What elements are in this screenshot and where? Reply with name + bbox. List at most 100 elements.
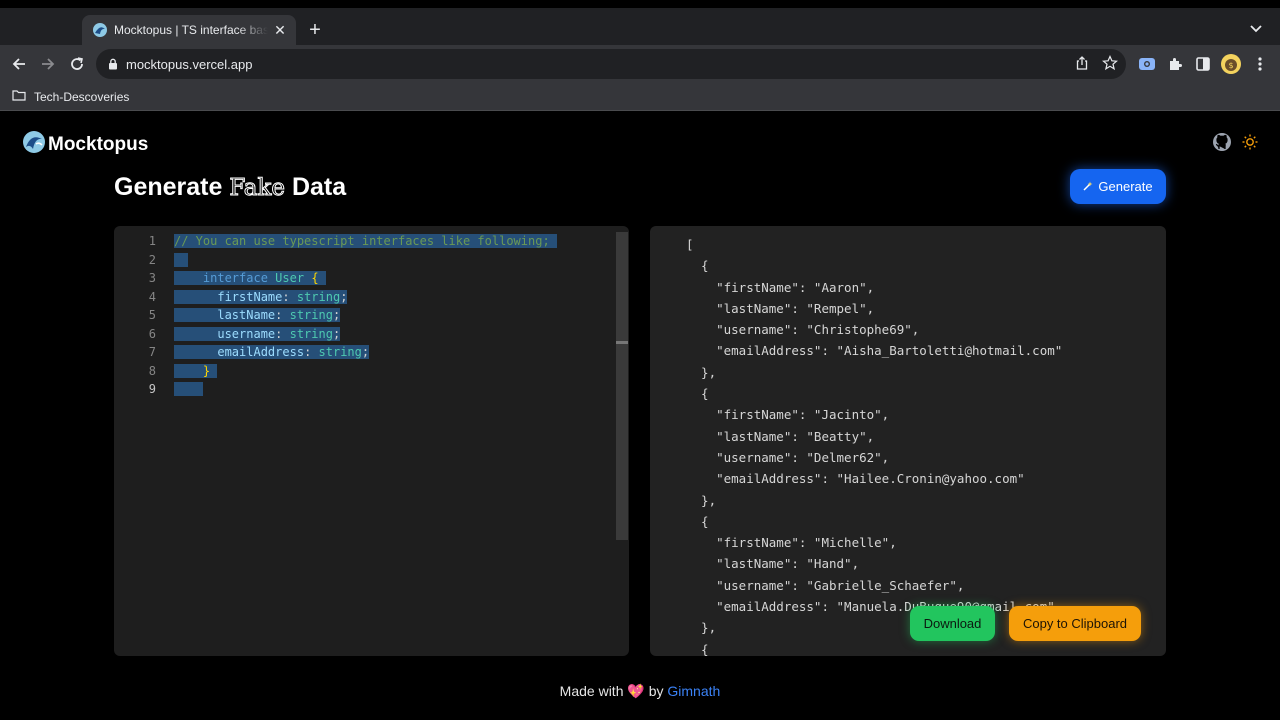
mocktopus-favicon-icon (92, 22, 108, 38)
code-brace: } (202, 363, 211, 378)
json-line: { (686, 513, 709, 529)
json-line: "username": "Gabrielle_Schaefer", (686, 577, 965, 593)
line-number: 5 (148, 308, 156, 322)
tab-title: Mocktopus | TS interface based fake data… (114, 23, 268, 37)
json-lines: [ { "firstName": "Aaron", "lastName": "R… (686, 234, 1062, 656)
back-icon[interactable] (8, 53, 30, 75)
new-tab-icon[interactable]: + (304, 18, 326, 42)
lock-icon[interactable] (108, 58, 118, 70)
code-line: emailAddress: string; (174, 343, 557, 362)
copy-to-clipboard-button[interactable]: Copy to Clipboard (1009, 606, 1141, 641)
line-number: 6 (148, 326, 156, 341)
editor-scrollbar[interactable] (616, 232, 628, 540)
generate-label: Generate (1098, 179, 1153, 194)
line-number: 7 (148, 345, 156, 359)
line-number: 3 (148, 271, 156, 285)
code-prop-type: string (289, 326, 333, 341)
brand[interactable]: Mocktopus (22, 130, 148, 159)
code-line: firstName: string; (174, 288, 557, 307)
footer-text: by (644, 683, 668, 699)
code-prop: username (217, 326, 276, 341)
github-icon[interactable] (1212, 132, 1232, 157)
editor-scrollbar-marker (616, 341, 628, 344)
window-top (0, 0, 1280, 8)
address-bar[interactable]: mocktopus.vercel.app (96, 49, 1126, 79)
code-prop-type: string (296, 289, 341, 304)
brand-name: Mocktopus (48, 133, 149, 155)
code-keyword: interface (202, 271, 268, 285)
code-line: username: string; (174, 325, 557, 344)
json-line: "emailAddress": "Manuela.DuBuque90@gmail… (686, 599, 1055, 615)
author-link[interactable]: Gimnath (667, 683, 720, 699)
header-actions (1212, 132, 1258, 157)
code-content[interactable]: // You can use typescript interfaces lik… (174, 232, 557, 399)
json-line: "username": "Christophe69", (686, 322, 920, 338)
bookmark-folder[interactable]: Tech-Descoveries (12, 88, 129, 106)
screen-capture-extension-icon[interactable] (1137, 54, 1157, 74)
star-icon[interactable] (1102, 55, 1118, 76)
bookmarks-bar: Tech-Descoveries (0, 83, 1280, 111)
code-prop-type: string (289, 308, 333, 322)
page: Mocktopus Generate Fake Data Generate 1 … (0, 112, 1280, 720)
json-line: "lastName": "Beatty", (686, 428, 875, 444)
chevron-down-icon[interactable] (1250, 20, 1262, 38)
code-prop: emailAddress (217, 345, 305, 359)
line-number: 9 (148, 382, 156, 396)
browser-toolbar: mocktopus.vercel.app $ (0, 45, 1280, 83)
code-type-name: User (275, 271, 305, 285)
code-line: // You can use typescript interfaces lik… (174, 232, 557, 251)
code-prop-type: string (318, 345, 362, 359)
json-line: "lastName": "Hand", (686, 556, 860, 572)
heart-icon: 💖 (627, 683, 645, 699)
json-line: }, (686, 364, 717, 380)
profile-avatar[interactable]: $ (1221, 54, 1241, 74)
share-icon[interactable] (1074, 55, 1090, 76)
folder-icon (12, 88, 26, 106)
generate-button[interactable]: Generate (1070, 169, 1166, 204)
line-number: 2 (148, 252, 156, 267)
page-title: Generate Fake Data (114, 173, 347, 202)
footer-text: Made with (559, 683, 628, 699)
code-prop: firstName (217, 289, 283, 304)
svg-text:$: $ (1228, 61, 1233, 70)
json-line: }, (686, 620, 717, 636)
url-text: mocktopus.vercel.app (126, 56, 253, 72)
json-line: "firstName": "Aaron", (686, 279, 875, 295)
download-button[interactable]: Download (910, 606, 995, 641)
reload-icon[interactable] (66, 53, 88, 75)
json-line: "emailAddress": "Hailee.Cronin@yahoo.com… (686, 471, 1025, 487)
close-icon[interactable]: ✕ (272, 22, 288, 39)
line-number: 8 (148, 363, 156, 378)
code-line (174, 251, 557, 270)
footer: Made with 💖 by Gimnath (0, 683, 1280, 700)
sun-theme-icon[interactable] (1242, 134, 1258, 155)
json-line: [ (686, 237, 694, 252)
more-menu-icon[interactable] (1250, 54, 1270, 74)
json-output[interactable]: [ { "firstName": "Aaron", "lastName": "R… (650, 226, 1166, 656)
code-prop: lastName (217, 308, 276, 322)
magic-wand-icon (1083, 179, 1093, 194)
line-numbers: 1 2 3 4 5 6 7 8 9 (114, 232, 156, 399)
json-line: { (686, 258, 709, 274)
extensions-puzzle-icon[interactable] (1165, 54, 1185, 74)
code-line: } (174, 362, 557, 381)
forward-icon[interactable] (37, 53, 59, 75)
json-line: "firstName": "Jacinto", (686, 407, 890, 423)
json-line: { (686, 386, 709, 402)
line-number: 1 (148, 234, 156, 248)
code-line: lastName: string; (174, 306, 557, 325)
browser-tab[interactable]: Mocktopus | TS interface based fake data… (82, 15, 296, 45)
json-line: "username": "Delmer62", (686, 449, 890, 465)
title-fake-word: Fake (229, 175, 286, 202)
code-line (174, 380, 557, 399)
code-editor[interactable]: 1 2 3 4 5 6 7 8 9 // You can use typescr… (114, 226, 629, 656)
side-panel-icon[interactable] (1193, 54, 1213, 74)
code-comment: // You can use typescript interfaces lik… (174, 234, 550, 248)
code-line: interface User { (174, 269, 557, 288)
mocktopus-logo-icon (22, 130, 46, 159)
json-line: }, (686, 492, 717, 508)
bookmark-label: Tech-Descoveries (34, 90, 130, 104)
line-number: 4 (148, 289, 156, 304)
json-line: { (686, 641, 709, 656)
json-line: "lastName": "Rempel", (686, 300, 875, 316)
